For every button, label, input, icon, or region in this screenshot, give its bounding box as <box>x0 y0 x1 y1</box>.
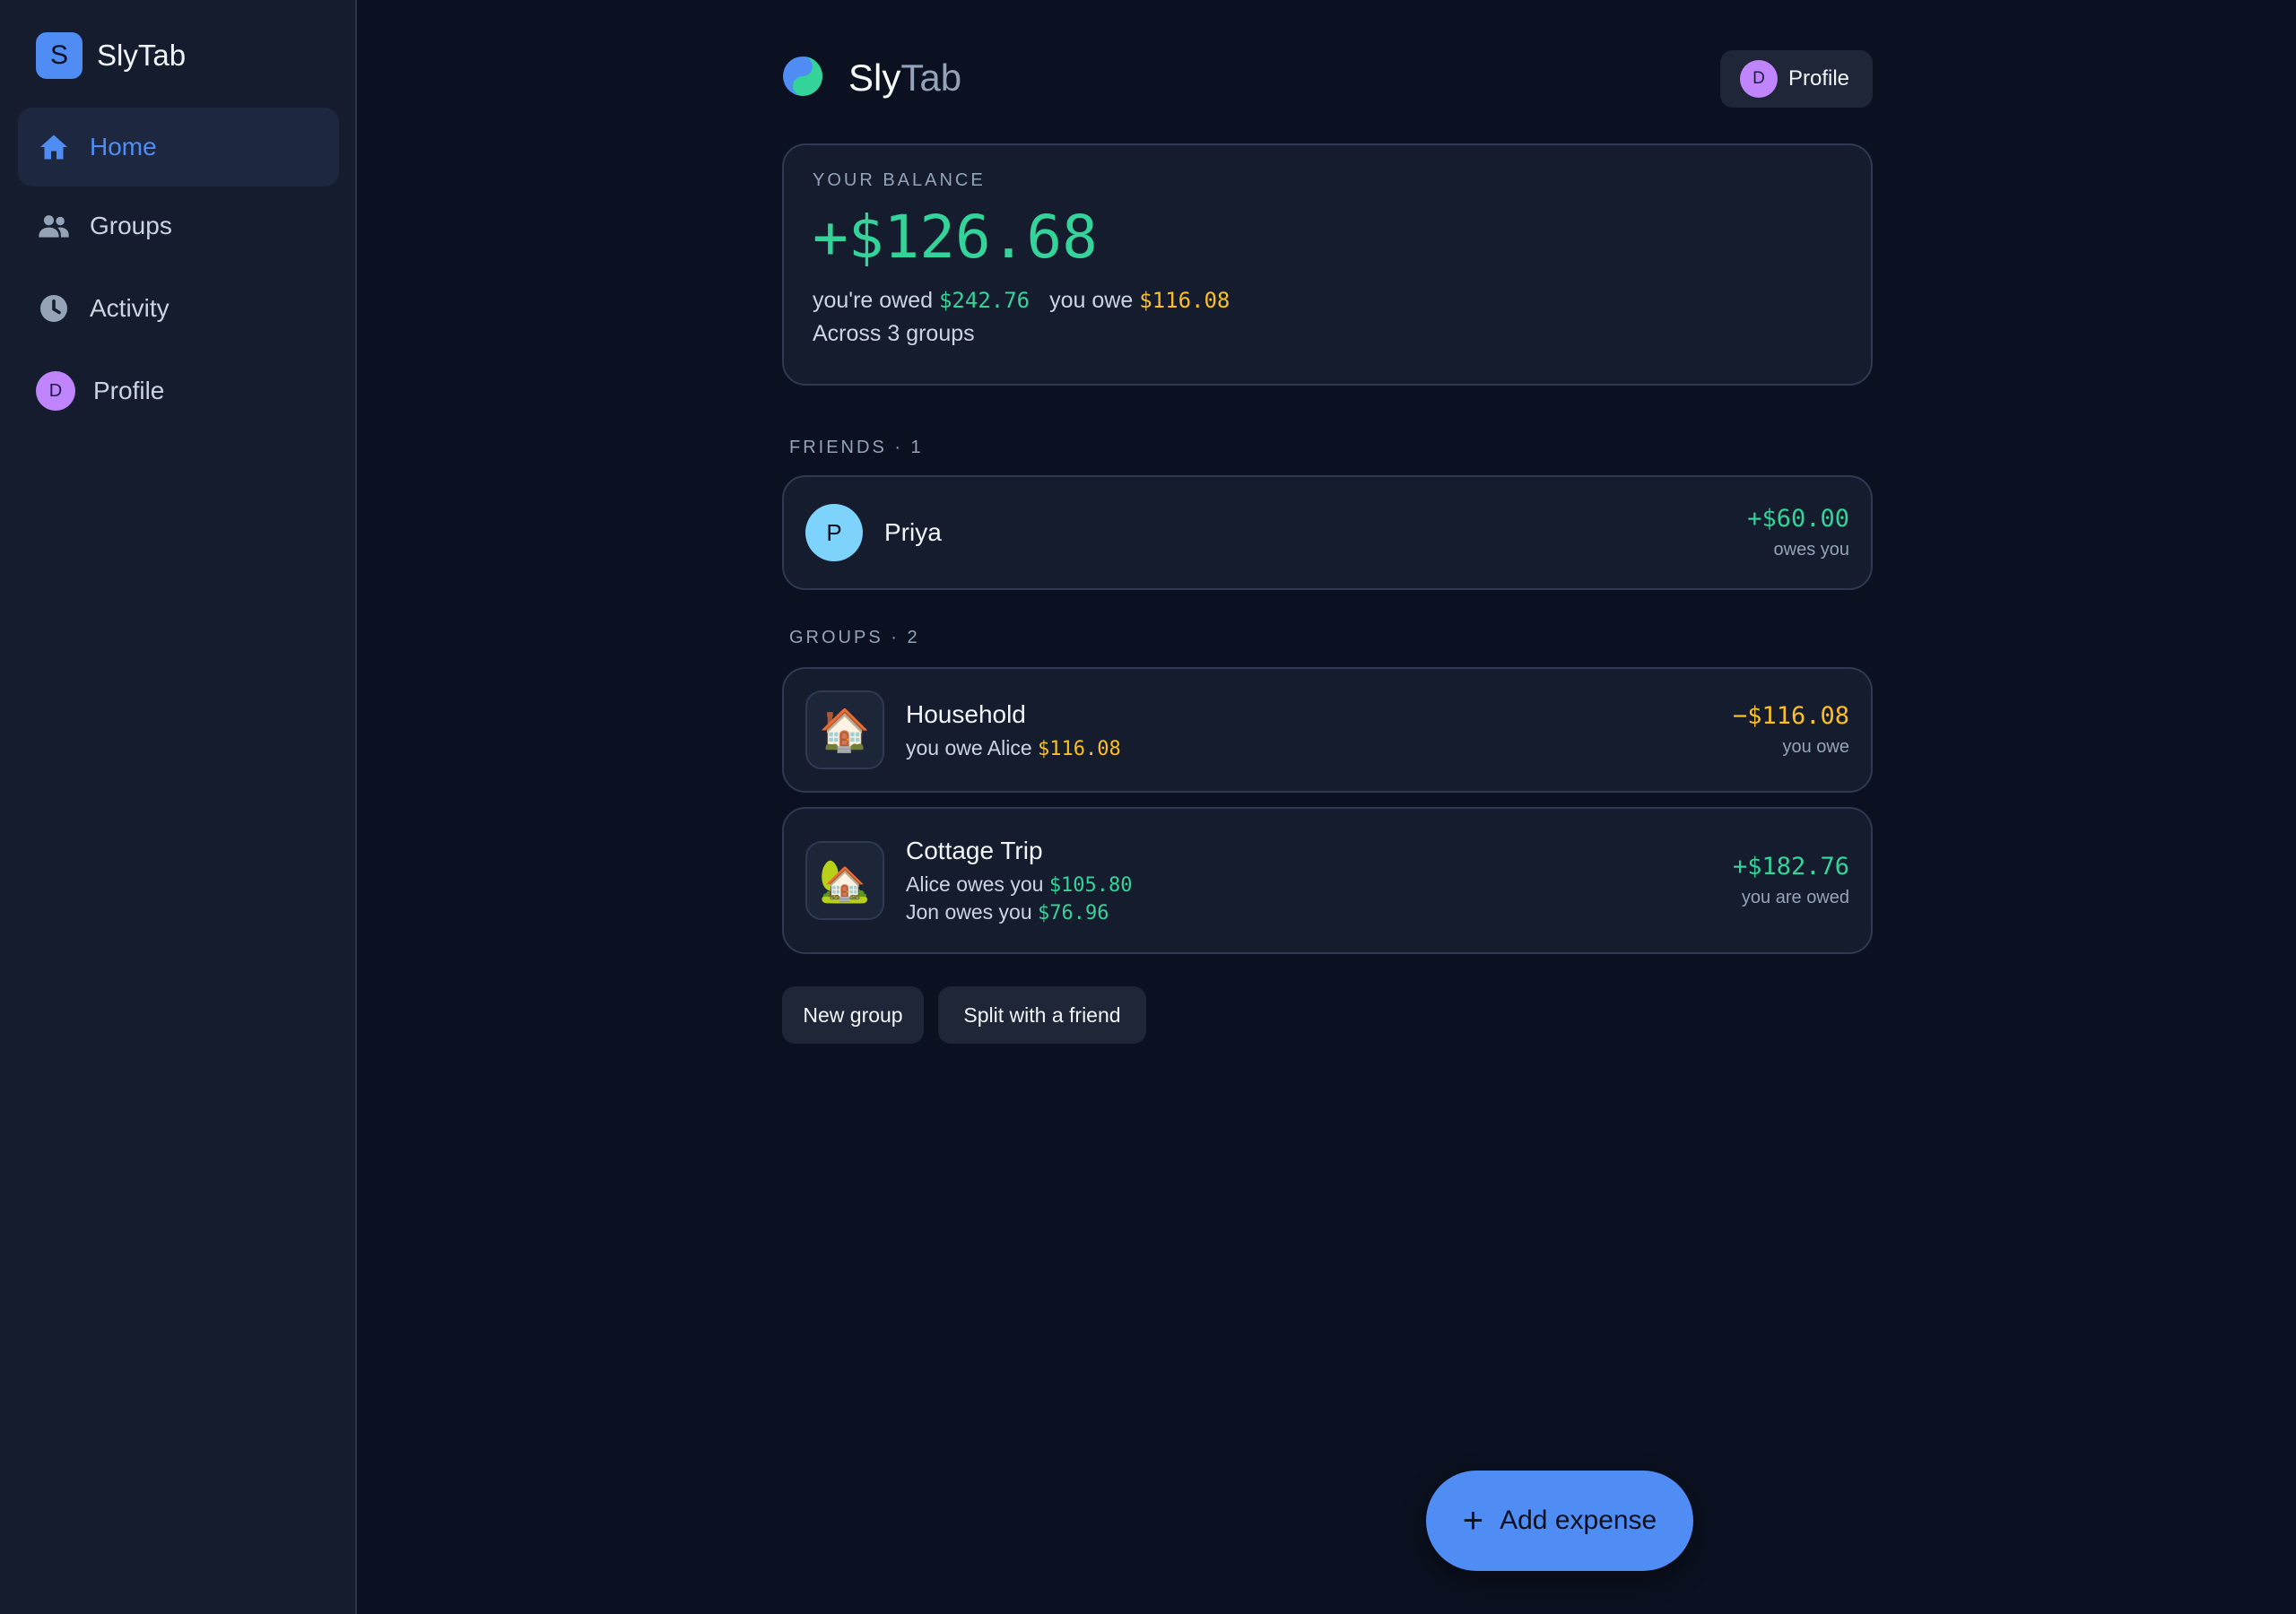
header-brand[interactable]: SlyTab <box>782 54 961 102</box>
sidebar: S SlyTab Home Groups Activity D Profile <box>0 0 357 1614</box>
group-amount: −$116.08 <box>1732 702 1849 730</box>
sidebar-item-groups[interactable]: Groups <box>18 187 339 265</box>
house-with-garden-icon: 🏡 <box>805 841 884 920</box>
profile-button[interactable]: D Profile <box>1720 50 1873 108</box>
group-detail-line: Alice owes you $105.80 <box>906 872 1133 897</box>
sidebar-item-label: Activity <box>90 294 170 322</box>
clock-icon <box>36 291 72 326</box>
groups-section-label: GROUPS · 2 <box>789 628 920 647</box>
group-row-cottage-trip[interactable]: 🏡 Cottage Trip Alice owes you $105.80 Jo… <box>782 807 1873 954</box>
brand-logo-icon <box>782 56 823 101</box>
sidebar-item-home[interactable]: Home <box>18 108 339 187</box>
balance-breakdown: you're owed $242.76 you owe $116.08 <box>813 288 1231 313</box>
balance-eyebrow: YOUR BALANCE <box>813 170 986 190</box>
avatar: P <box>805 504 863 561</box>
home-icon <box>36 129 72 165</box>
group-balance: −$116.08 you owe <box>1733 702 1849 758</box>
sidebar-item-activity[interactable]: Activity <box>18 269 339 348</box>
app-logo: S <box>36 32 83 79</box>
owed-amount: $242.76 <box>938 288 1031 313</box>
new-group-button[interactable]: New group <box>782 986 924 1044</box>
sidebar-item-label: Profile <box>93 377 165 404</box>
group-name: Household <box>906 699 1026 728</box>
profile-button-label: Profile <box>1788 66 1850 91</box>
friend-balance: +$60.00 owes you <box>1747 505 1849 560</box>
split-with-friend-button[interactable]: Split with a friend <box>938 986 1146 1044</box>
friends-section-label: FRIENDS · 1 <box>789 438 924 457</box>
sidebar-brand[interactable]: S SlyTab <box>36 32 186 79</box>
group-info: Cottage Trip Alice owes you $105.80 Jon … <box>906 837 1133 924</box>
group-note: you owe <box>1782 737 1850 757</box>
group-detail-line: Jon owes you $76.96 <box>906 900 1109 924</box>
app-name: SlyTab <box>97 39 187 72</box>
group-note: you are owed <box>1741 888 1849 907</box>
avatar: D <box>36 371 75 411</box>
balance-amount: +$126.68 <box>813 203 1098 272</box>
friend-note: owes you <box>1773 540 1850 560</box>
sidebar-item-label: Home <box>90 133 157 161</box>
group-row-household[interactable]: 🏠 Household you owe Alice $116.08 −$116.… <box>782 667 1873 793</box>
group-amount: +$182.76 <box>1732 853 1849 881</box>
people-icon <box>36 208 72 244</box>
balance-subtitle: Across 3 groups <box>813 321 975 346</box>
add-expense-button[interactable]: + Add expense <box>1426 1471 1693 1571</box>
add-expense-label: Add expense <box>1500 1506 1657 1535</box>
group-balance: +$182.76 you are owed <box>1733 853 1849 908</box>
sidebar-item-profile[interactable]: D Profile <box>18 351 339 430</box>
brand-name: SlyTab <box>848 56 962 99</box>
plus-icon: + <box>1462 1501 1484 1540</box>
sidebar-item-label: Groups <box>90 212 172 239</box>
owe-amount: $116.08 <box>1139 288 1231 313</box>
friend-row[interactable]: P Priya +$60.00 owes you <box>782 475 1873 590</box>
group-name: Cottage Trip <box>906 837 1043 864</box>
friend-name: Priya <box>884 518 942 546</box>
friend-amount: +$60.00 <box>1747 505 1849 533</box>
balance-card: YOUR BALANCE +$126.68 you're owed $242.7… <box>782 143 1873 386</box>
group-detail-line: you owe Alice $116.08 <box>906 735 1121 760</box>
group-info: Household you owe Alice $116.08 <box>906 700 1121 760</box>
house-icon: 🏠 <box>805 690 884 769</box>
avatar: D <box>1740 60 1778 98</box>
